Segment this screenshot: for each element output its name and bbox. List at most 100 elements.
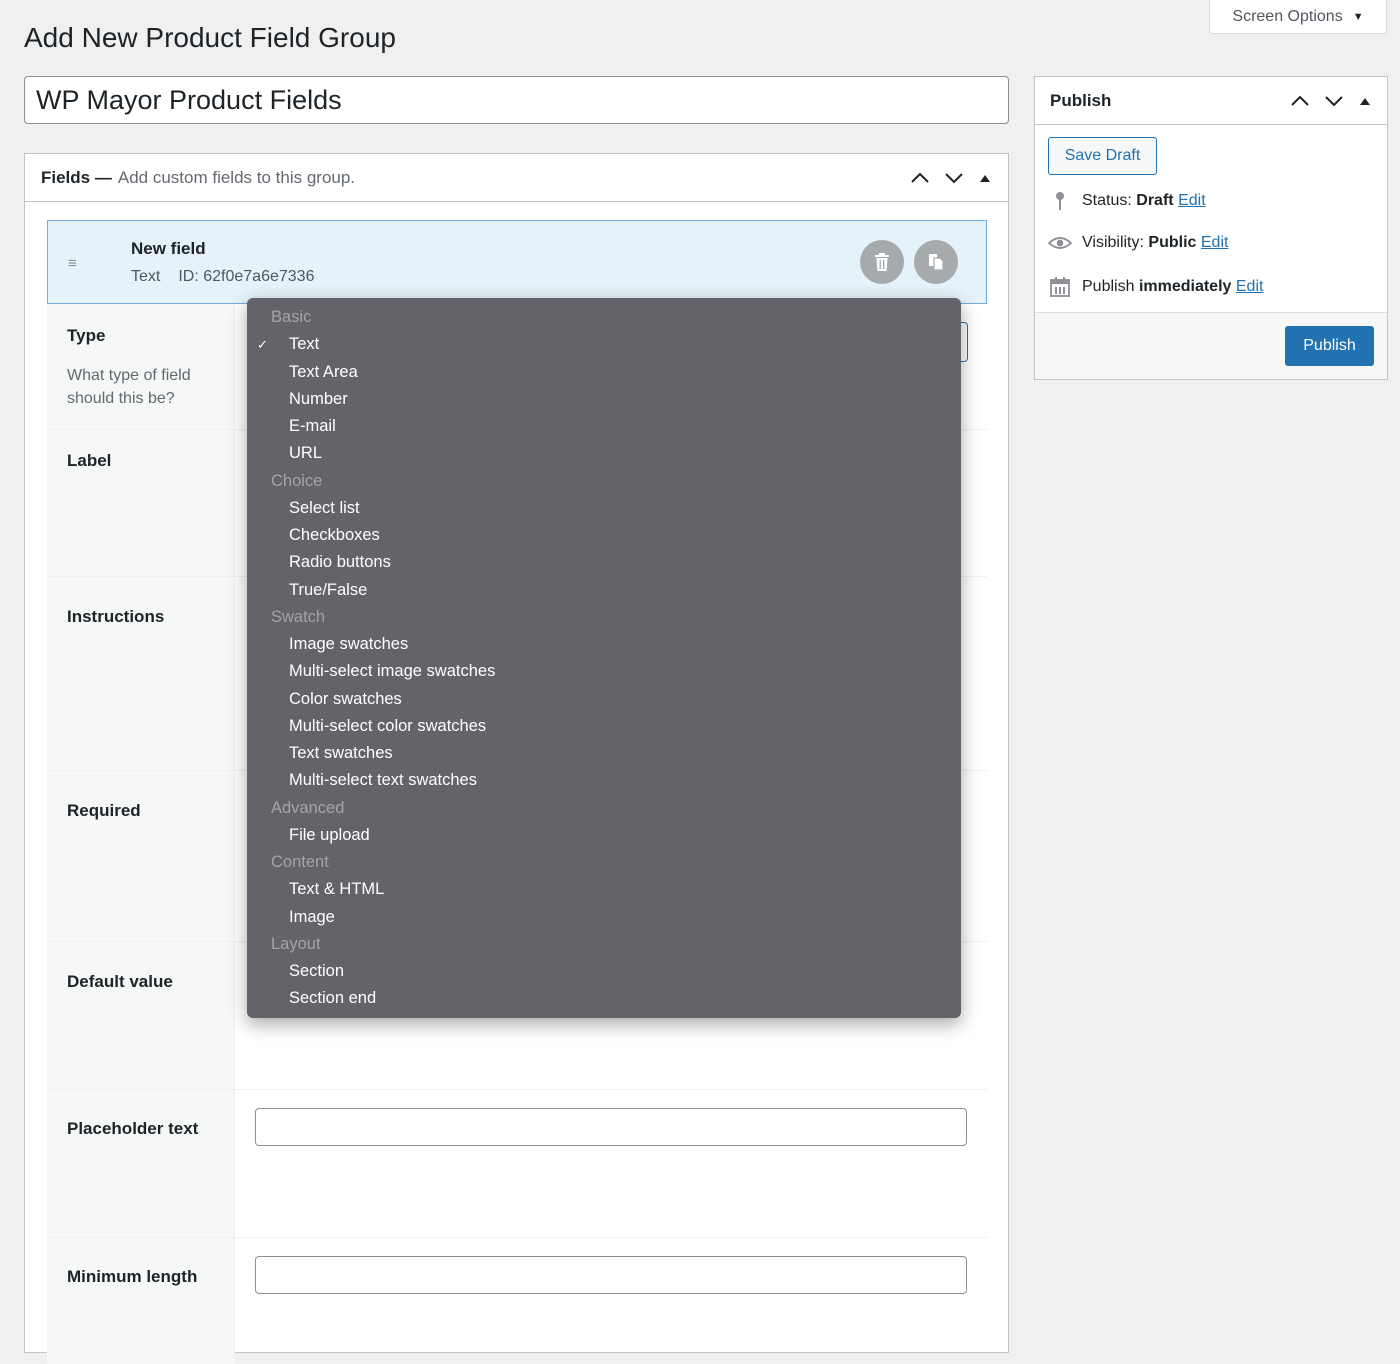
dropdown-option-label: Image swatches xyxy=(289,635,409,653)
dropdown-option-label: Number xyxy=(289,389,348,408)
dropdown-group-label: Swatch xyxy=(247,604,961,631)
dropdown-option[interactable]: Multi-select image swatches xyxy=(247,658,961,685)
dropdown-option[interactable]: URL xyxy=(247,440,961,467)
field-type: Text xyxy=(131,268,161,285)
field-name: New field xyxy=(131,239,206,258)
dropdown-option-label: True/False xyxy=(289,580,368,599)
major-publishing-actions: Publish xyxy=(1035,312,1387,379)
minimum-length-label: Minimum length xyxy=(67,1267,198,1286)
dropdown-group-text: Choice xyxy=(271,471,323,490)
dropdown-option-label: Multi-select color swatches xyxy=(289,716,487,735)
dropdown-option[interactable]: ✓ Text xyxy=(247,331,961,358)
dropdown-option-label: Multi-select text swatches xyxy=(289,771,477,790)
dropdown-group-label: Layout xyxy=(247,931,961,958)
dropdown-option[interactable]: Section end xyxy=(247,985,961,1012)
title-input-value: WP Mayor Product Fields xyxy=(36,84,342,115)
fields-postbox-title: Fields — xyxy=(41,167,112,187)
minimum-length-input[interactable] xyxy=(255,1256,967,1294)
fields-postbox-header: Fields — Add custom fields to this group… xyxy=(25,154,1008,202)
dropdown-option[interactable]: Image xyxy=(247,904,961,931)
edit-visibility-link[interactable]: Edit xyxy=(1201,234,1229,251)
dropdown-group-label: Content xyxy=(247,849,961,876)
dropdown-option[interactable]: Radio buttons xyxy=(247,549,961,576)
publish-postbox: Publish Save Draft Status: Draft Edit Vi… xyxy=(1034,76,1388,380)
dropdown-option[interactable]: Section xyxy=(247,958,961,985)
dropdown-option-label: URL xyxy=(289,444,323,463)
dropdown-option-label: Text & HTML xyxy=(289,880,385,899)
title-input[interactable]: WP Mayor Product Fields xyxy=(24,76,1009,124)
dropdown-group-text: Swatch xyxy=(271,607,326,626)
dropdown-option-label: Text Area xyxy=(289,362,358,381)
duplicate-icon xyxy=(929,254,944,271)
dropdown-option-label: Multi-select image swatches xyxy=(289,662,496,681)
screen-options-button[interactable]: Screen Options ▼ xyxy=(1209,0,1387,34)
dropdown-option-label: File upload xyxy=(289,825,370,844)
status-value: Draft xyxy=(1136,192,1174,209)
dropdown-group-text: Basic xyxy=(271,308,312,326)
field-meta: Text ID: 62f0e7a6e7336 xyxy=(131,268,314,286)
placeholder-text-input[interactable] xyxy=(255,1108,967,1146)
calendar-icon xyxy=(1048,277,1072,297)
field-row[interactable]: ≡ New field Text ID: 62f0e7a6e7336 xyxy=(47,220,987,304)
edit-status-link[interactable]: Edit xyxy=(1178,192,1206,209)
status-label: Status: xyxy=(1082,192,1132,209)
dropdown-option[interactable]: Image swatches xyxy=(247,631,961,658)
publish-button[interactable]: Publish xyxy=(1285,326,1374,366)
visibility-row: Visibility: Public Edit xyxy=(1048,234,1228,252)
dropdown-option-label: Section xyxy=(289,962,345,980)
publish-time-label: Publish xyxy=(1082,278,1135,295)
dropdown-group-text: Content xyxy=(271,853,329,871)
dropdown-option[interactable]: Color swatches xyxy=(247,686,961,713)
dropdown-group-label: Basic xyxy=(247,304,961,331)
drag-handle-icon[interactable]: ≡ xyxy=(68,255,77,272)
dropdown-option[interactable]: Multi-select color swatches xyxy=(247,713,961,740)
chevron-down-icon[interactable] xyxy=(944,171,964,185)
collapse-toggle-icon[interactable] xyxy=(978,173,992,183)
chevron-up-icon[interactable] xyxy=(910,171,930,185)
duplicate-field-button[interactable] xyxy=(914,240,958,284)
edit-publish-time-link[interactable]: Edit xyxy=(1236,278,1264,295)
pin-icon xyxy=(1048,191,1072,211)
type-dropdown-menu[interactable]: Basic ✓ Text Text Area Number E-mail URL Choice… xyxy=(247,298,961,1018)
chevron-up-icon[interactable] xyxy=(1290,94,1310,108)
divider xyxy=(47,1237,987,1238)
placeholder-text-label: Placeholder text xyxy=(67,1119,199,1138)
status-row: Status: Draft Edit xyxy=(1048,191,1206,211)
chevron-down-icon[interactable] xyxy=(1324,94,1344,108)
delete-field-button[interactable] xyxy=(860,240,904,284)
save-draft-button[interactable]: Save Draft xyxy=(1048,137,1157,175)
dropdown-group-text: Layout xyxy=(271,934,321,953)
fields-postbox-description: Add custom fields to this group. xyxy=(117,167,356,187)
dropdown-option-label: Text xyxy=(289,335,320,354)
dropdown-option-label: Text swatches xyxy=(289,744,393,762)
trash-icon xyxy=(875,253,889,271)
publish-time-row: Publish immediately Edit xyxy=(1048,277,1263,297)
dropdown-option-label: Checkboxes xyxy=(289,526,380,544)
dropdown-option[interactable]: Text & HTML xyxy=(247,876,961,903)
dropdown-option[interactable]: File upload xyxy=(247,822,961,849)
dropdown-option-label: Color swatches xyxy=(289,689,402,708)
dropdown-option-label: Image xyxy=(289,907,335,926)
dropdown-option[interactable]: Multi-select text swatches xyxy=(247,767,961,794)
dropdown-option[interactable]: Text swatches xyxy=(247,740,961,767)
dropdown-option[interactable]: Text Area xyxy=(247,359,961,386)
dropdown-option[interactable]: True/False xyxy=(247,577,961,604)
publish-postbox-header: Publish xyxy=(1035,77,1387,125)
required-label: Required xyxy=(67,801,141,820)
page-title: Add New Product Field Group xyxy=(24,22,396,53)
dropdown-option-label: Select list xyxy=(289,498,360,517)
label-label: Label xyxy=(67,451,112,470)
collapse-toggle-icon[interactable] xyxy=(1358,96,1372,106)
dropdown-group-label: Advanced xyxy=(247,795,961,822)
screen-options-label: Screen Options xyxy=(1232,7,1343,25)
dropdown-option[interactable]: Checkboxes xyxy=(247,522,961,549)
dropdown-option-label: E-mail xyxy=(289,417,336,435)
eye-icon xyxy=(1048,236,1072,250)
instructions-label: Instructions xyxy=(67,607,165,626)
dropdown-option[interactable]: E-mail xyxy=(247,413,961,440)
type-select[interactable] xyxy=(960,322,968,362)
dropdown-group-text: Advanced xyxy=(271,798,345,817)
dropdown-option[interactable]: Number xyxy=(247,386,961,413)
visibility-label: Visibility: xyxy=(1082,234,1144,251)
dropdown-option[interactable]: Select list xyxy=(247,495,961,522)
